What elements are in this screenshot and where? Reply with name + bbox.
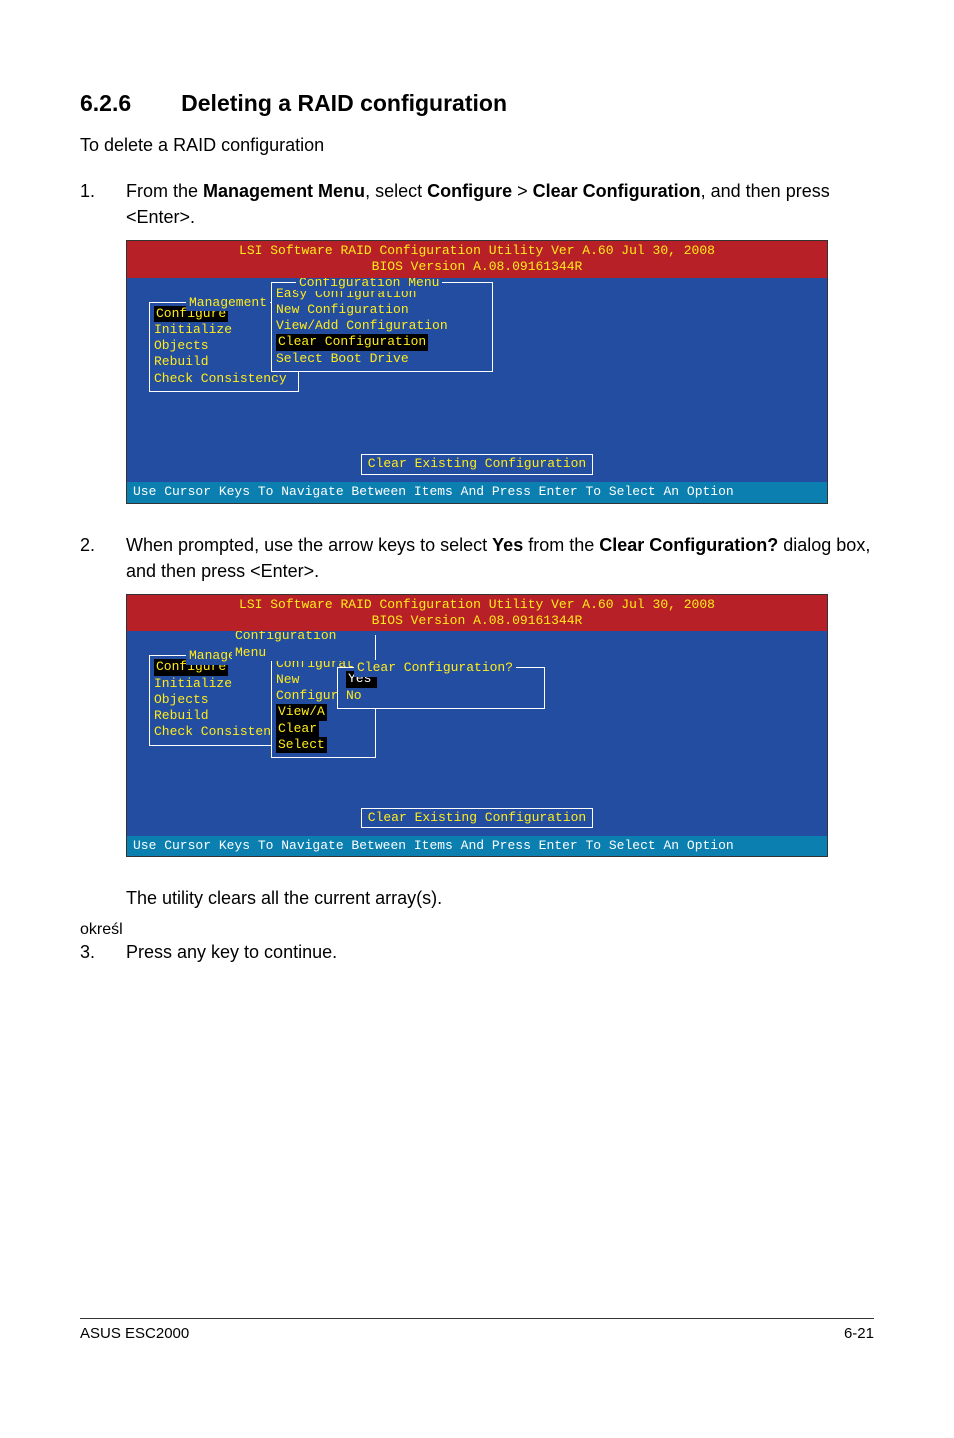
bios-header: LSI Software RAID Configuration Utility … xyxy=(127,241,827,278)
intro-text: To delete a RAID configuration xyxy=(80,135,874,156)
cfg-item-select-trunc[interactable]: Select xyxy=(276,737,327,753)
page-footer: ASUS ESC2000 6-21 xyxy=(80,1318,874,1342)
cfg-item-viewadd-trunc[interactable]: View/A xyxy=(276,704,327,720)
configuration-menu-title: Configuration Menu xyxy=(296,278,442,291)
section-title-text: Deleting a RAID configuration xyxy=(181,90,507,116)
step-body: When prompted, use the arrow keys to sel… xyxy=(126,532,874,584)
cfg-item-clear-trunc[interactable]: Clear xyxy=(276,721,319,737)
section-number: 6.2.6 xyxy=(80,90,131,117)
bios-body: Management Configure Initialize Objects … xyxy=(127,278,827,503)
cfg-item-clear[interactable]: Clear Configuration xyxy=(276,334,428,350)
section-heading: 6.2.6 Deleting a RAID configuration xyxy=(80,90,874,117)
clear-configuration-dialog: Clear Configuration? Yes No xyxy=(337,667,545,709)
step-number: 2. xyxy=(80,532,126,584)
bios-screen-2: LSI Software RAID Configuration Utility … xyxy=(126,594,828,858)
management-menu-title: Management xyxy=(186,295,270,311)
step-body: From the Management Menu, select Configu… xyxy=(126,178,874,230)
bios-header: LSI Software RAID Configuration Utility … xyxy=(127,595,827,632)
step-2-continued: The utility clears all the current array… xyxy=(80,885,874,911)
bios-body: Management Configure Initialize Objects … xyxy=(127,631,827,856)
status-box: Clear Existing Configuration xyxy=(361,808,593,828)
step-1: 1. From the Management Menu, select Conf… xyxy=(80,178,874,230)
step-body: Press any key to continue. xyxy=(126,939,874,965)
footer-left: ASUS ESC2000 xyxy=(80,1325,189,1342)
dialog-option-no[interactable]: No xyxy=(346,688,538,704)
step-number: 1. xyxy=(80,178,126,230)
bios-helpbar: Use Cursor Keys To Navigate Between Item… xyxy=(127,836,827,856)
step-2: 2. When prompted, use the arrow keys to … xyxy=(80,532,874,584)
bios-status: Clear Existing Configuration xyxy=(127,454,827,474)
bios-helpbar: Use Cursor Keys To Navigate Between Item… xyxy=(127,482,827,502)
bios-screen-1: LSI Software RAID Configuration Utility … xyxy=(126,240,828,504)
cfg-item-viewadd[interactable]: View/Add Configuration xyxy=(276,318,488,334)
menu-item-check-consistency[interactable]: Check Consistency xyxy=(154,371,294,387)
cfg-item-new[interactable]: New Configuration xyxy=(276,302,488,318)
configuration-menu-title: Configuration Menu xyxy=(232,631,375,661)
step-body: The utility clears all the current array… xyxy=(126,885,874,911)
step-number: 3. xyxy=(80,939,126,965)
status-box: Clear Existing Configuration xyxy=(361,454,593,474)
bios-status: Clear Existing Configuration xyxy=(127,808,827,828)
cfg-item-selectboot[interactable]: Select Boot Drive xyxy=(276,351,488,367)
step-3: 3. Press any key to continue. xyxy=(80,939,874,965)
footer-right: 6-21 xyxy=(844,1325,874,1342)
configuration-menu: Configuration Menu Easy Configuration Ne… xyxy=(271,282,493,372)
dialog-title: Clear Configuration? xyxy=(354,660,516,676)
